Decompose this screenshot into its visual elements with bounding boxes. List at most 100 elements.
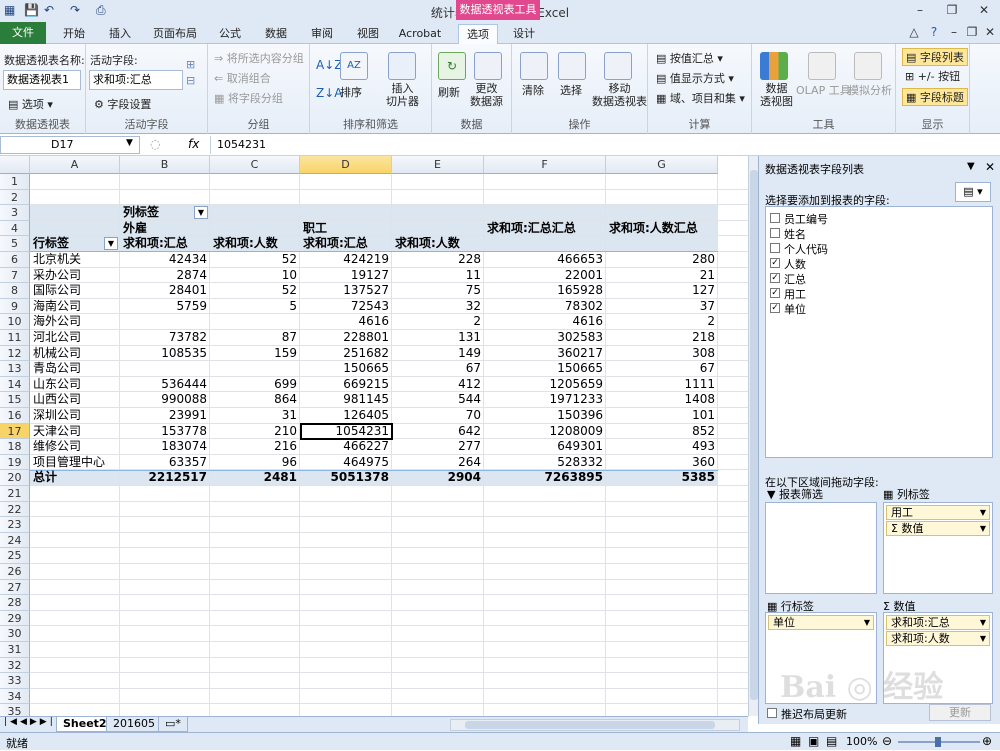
- value-cell[interactable]: 150665: [300, 361, 392, 377]
- row-label-cell[interactable]: 维修公司: [30, 439, 120, 455]
- row-header[interactable]: 13: [0, 361, 30, 377]
- row-label-cell[interactable]: 深圳公司: [30, 408, 120, 424]
- row-header[interactable]: 34: [0, 688, 30, 705]
- row-header[interactable]: 4: [0, 220, 30, 237]
- column-header-e[interactable]: E: [392, 156, 484, 174]
- plus-minus-toggle[interactable]: ⊞ +/- 按钮: [902, 68, 963, 84]
- field-checkbox[interactable]: ✓: [770, 303, 780, 313]
- value-cell[interactable]: 280: [606, 252, 718, 268]
- value-cell[interactable]: 5759: [120, 299, 210, 315]
- value-cell[interactable]: 78302: [484, 299, 606, 315]
- name-box-dropdown-icon[interactable]: ▼: [126, 138, 133, 148]
- row-header[interactable]: 35: [0, 704, 30, 716]
- summarize-by-button[interactable]: ▤ 按值汇总 ▾: [656, 50, 723, 66]
- tab-review[interactable]: 审阅: [302, 24, 342, 44]
- row-header[interactable]: 11: [0, 330, 30, 346]
- row-header[interactable]: 33: [0, 673, 30, 689]
- value-cell[interactable]: 37: [606, 299, 718, 315]
- clear-button[interactable]: 清除: [522, 82, 544, 98]
- row-label-cell[interactable]: 机械公司: [30, 346, 120, 362]
- grand-total-cell[interactable]: 5385: [606, 470, 718, 486]
- tab-formulas[interactable]: 公式: [210, 24, 250, 44]
- row-header[interactable]: 19: [0, 454, 30, 471]
- select-button[interactable]: 选择: [560, 82, 582, 98]
- olap-button[interactable]: OLAP 工具: [796, 82, 851, 98]
- normal-view-icon[interactable]: ▦: [790, 734, 801, 748]
- row-header[interactable]: 9: [0, 298, 30, 315]
- value-cell[interactable]: 183074: [120, 439, 210, 455]
- row-header[interactable]: 24: [0, 532, 30, 549]
- row-header[interactable]: 20: [0, 470, 30, 486]
- sum-header[interactable]: 求和项:汇总: [300, 236, 392, 252]
- value-cell[interactable]: 32: [392, 299, 484, 315]
- sort-icon[interactable]: AZ: [340, 52, 368, 80]
- value-cell[interactable]: 218: [606, 330, 718, 346]
- row-filter-dropdown-icon[interactable]: ▼: [104, 237, 118, 251]
- value-cell[interactable]: 19127: [300, 268, 392, 284]
- formula-input[interactable]: 1054231: [210, 136, 996, 154]
- grand-total-cell[interactable]: 2904: [392, 470, 484, 486]
- value-cell[interactable]: [210, 314, 300, 330]
- select-all-corner[interactable]: [0, 156, 30, 174]
- row-header[interactable]: 3: [0, 205, 30, 221]
- column-field-pill[interactable]: 用工 ▼: [886, 505, 990, 520]
- sheet-tab-sheet2[interactable]: Sheet2: [56, 717, 114, 732]
- pane-menu-icon[interactable]: ▼: [967, 161, 975, 172]
- sort-button[interactable]: 排序: [340, 84, 362, 100]
- refresh-icon[interactable]: ↻: [438, 52, 466, 80]
- move-pivot-icon[interactable]: [604, 52, 632, 80]
- defer-update-checkbox[interactable]: [767, 708, 777, 718]
- insert-function-icon[interactable]: fx: [188, 137, 199, 151]
- horizontal-scrollbar[interactable]: [450, 719, 740, 731]
- value-cell[interactable]: 131: [392, 330, 484, 346]
- grand-total-cell[interactable]: 2212517: [120, 470, 210, 486]
- olap-icon[interactable]: [808, 52, 836, 80]
- show-values-as-button[interactable]: ▤ 值显示方式 ▾: [656, 70, 734, 86]
- column-header-d[interactable]: D: [300, 156, 392, 174]
- tab-options[interactable]: 选项: [458, 24, 498, 44]
- column-values-pill[interactable]: Σ 数值 ▼: [886, 521, 990, 536]
- row-header[interactable]: 12: [0, 345, 30, 362]
- tab-data[interactable]: 数据: [256, 24, 296, 44]
- value-cell[interactable]: 210: [210, 424, 300, 440]
- layout-options-button[interactable]: ▤ ▾: [955, 182, 991, 202]
- value-cell[interactable]: 302583: [484, 330, 606, 346]
- value-cell[interactable]: 493: [606, 439, 718, 455]
- vertical-scrollbar[interactable]: [748, 156, 758, 716]
- sort-za-icon[interactable]: Z↓A: [316, 86, 342, 100]
- zoom-in-icon[interactable]: ⊕: [982, 734, 992, 748]
- value-cell[interactable]: 528332: [484, 455, 606, 471]
- sort-az-icon[interactable]: A↓Z: [316, 58, 342, 72]
- formula-expand-icon[interactable]: ◌: [150, 137, 160, 151]
- value-cell[interactable]: 1408: [606, 392, 718, 408]
- name-box[interactable]: D17: [0, 136, 140, 154]
- pivotchart-icon[interactable]: [760, 52, 788, 80]
- row-header[interactable]: 8: [0, 283, 30, 299]
- value-cell[interactable]: 67: [392, 361, 484, 377]
- value-cell[interactable]: 852: [606, 424, 718, 440]
- value-cell[interactable]: 75: [392, 283, 484, 299]
- total-count-header[interactable]: 求和项:人数汇总: [606, 221, 718, 237]
- value-cell[interactable]: 23991: [120, 408, 210, 424]
- insert-slicer-button[interactable]: 插入 切片器: [386, 82, 419, 108]
- value-cell[interactable]: 63357: [120, 455, 210, 471]
- value-cell[interactable]: 72543: [300, 299, 392, 315]
- vertical-scroll-thumb[interactable]: [750, 170, 758, 700]
- pivotchart-button[interactable]: 数据 透视图: [760, 82, 793, 108]
- row-header[interactable]: 16: [0, 408, 30, 424]
- column-header-f[interactable]: F: [484, 156, 606, 174]
- group-selection-button[interactable]: ⇒ 将所选内容分组: [214, 50, 304, 66]
- value-cell[interactable]: 11: [392, 268, 484, 284]
- insert-sheet-icon[interactable]: ▭*: [158, 717, 188, 732]
- page-layout-view-icon[interactable]: ▣: [808, 734, 819, 748]
- row-header[interactable]: 17: [0, 423, 30, 440]
- row-header[interactable]: 10: [0, 314, 30, 330]
- value-cell[interactable]: 990088: [120, 392, 210, 408]
- row-header[interactable]: 25: [0, 548, 30, 564]
- whatif-icon[interactable]: [854, 52, 882, 80]
- value-cell[interactable]: 5: [210, 299, 300, 315]
- tab-file[interactable]: 文件: [0, 22, 46, 44]
- column-header-c[interactable]: C: [210, 156, 300, 174]
- value-cell[interactable]: 649301: [484, 439, 606, 455]
- restore-button[interactable]: ❐: [942, 2, 962, 18]
